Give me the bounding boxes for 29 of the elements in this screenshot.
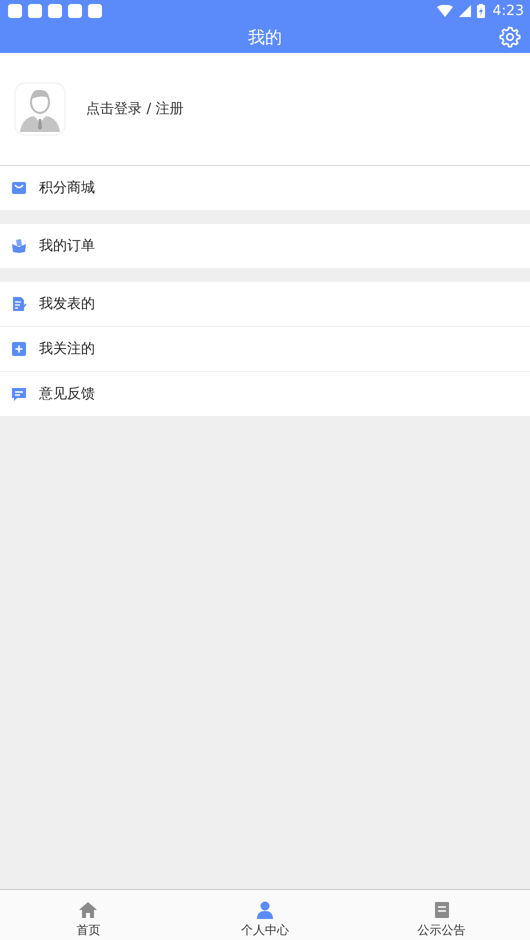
menu-item[interactable]: 积分商城 bbox=[0, 166, 530, 210]
nav-tab[interactable]: 首页 bbox=[0, 890, 177, 940]
status-time: 4:23 bbox=[492, 3, 524, 19]
settings-icon[interactable] bbox=[499, 26, 521, 48]
page-title: 我的 bbox=[248, 27, 282, 49]
notification-icon bbox=[48, 4, 62, 18]
document-edit-icon bbox=[11, 296, 27, 312]
avatar-icon[interactable] bbox=[14, 82, 66, 136]
menu-item[interactable]: 我关注的 bbox=[0, 326, 530, 371]
notification-icon bbox=[68, 4, 82, 18]
notification-icon bbox=[28, 4, 42, 18]
book-icon bbox=[11, 238, 27, 254]
plus-icon bbox=[11, 341, 27, 357]
menu-item[interactable]: 意见反馈 bbox=[0, 371, 530, 416]
signal-icon bbox=[458, 5, 471, 17]
bag-icon bbox=[11, 180, 27, 196]
home-icon bbox=[78, 901, 98, 919]
message-icon bbox=[11, 386, 27, 402]
wifi-icon bbox=[436, 5, 453, 17]
nav-tab[interactable]: 公示公告 bbox=[353, 890, 530, 940]
menu-item[interactable]: 我的订单 bbox=[0, 224, 530, 268]
nav-tab[interactable]: 个人中心 bbox=[176, 890, 354, 940]
notification-icon bbox=[88, 4, 102, 18]
battery-icon bbox=[476, 4, 485, 18]
notice-icon bbox=[434, 901, 450, 919]
menu-item[interactable]: 我发表的 bbox=[0, 282, 530, 326]
person-icon bbox=[256, 901, 274, 919]
notification-icon bbox=[8, 4, 22, 18]
login-register-link[interactable]: 点击登录 / 注册 bbox=[86, 100, 184, 118]
